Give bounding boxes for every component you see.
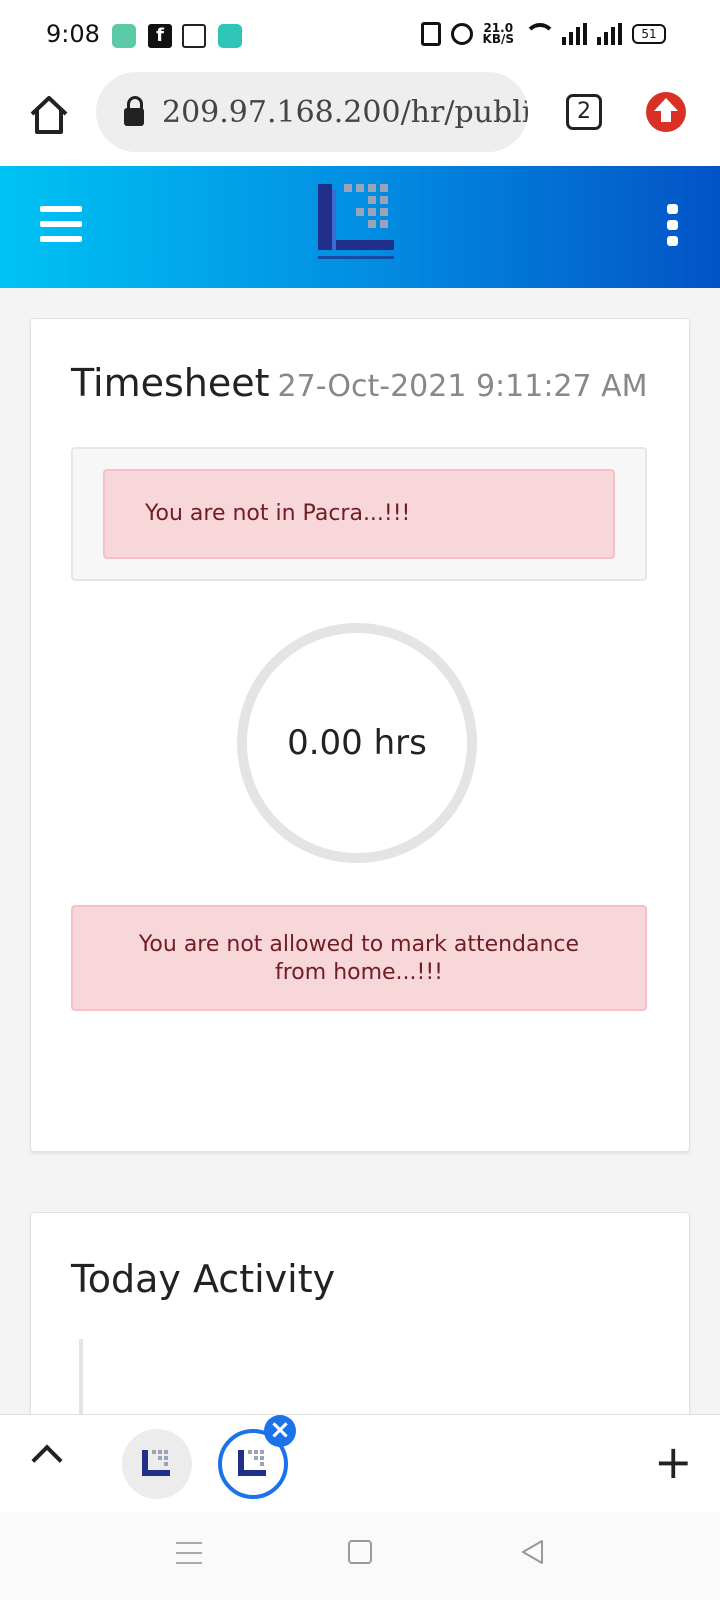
net-speed-unit: KB/S bbox=[482, 32, 514, 46]
chevron-up-icon[interactable] bbox=[31, 1444, 63, 1476]
signal-icon bbox=[562, 23, 587, 45]
system-icons: 21.0 KB/S 51 bbox=[420, 22, 666, 46]
facebook-notification-icon: f bbox=[148, 24, 172, 48]
attendance-alert: You are not allowed to mark attendance f… bbox=[71, 905, 647, 1011]
timesheet-datetime: 27-Oct-2021 9:11:27 AM bbox=[277, 369, 648, 404]
net-speed: 21.0 KB/S bbox=[482, 22, 514, 46]
timesheet-title: Timesheet bbox=[71, 361, 270, 405]
tab-strip: × + bbox=[0, 1414, 720, 1512]
activity-title: Today Activity bbox=[71, 1257, 336, 1301]
home-icon[interactable] bbox=[26, 92, 72, 138]
home-nav-icon[interactable] bbox=[348, 1540, 372, 1564]
address-bar[interactable]: 209.97.168.200/hr/public/a bbox=[96, 72, 528, 152]
hours-timer: 0.00 hrs bbox=[237, 623, 477, 863]
tab-thumbnail[interactable] bbox=[122, 1429, 192, 1499]
signal-icon-2 bbox=[597, 23, 622, 45]
outlook-notification-icon bbox=[182, 24, 206, 48]
vibrate-icon bbox=[420, 22, 441, 46]
location-status-panel: You are not in Pacra...!!! bbox=[71, 447, 647, 581]
new-tab-button[interactable]: + bbox=[654, 1437, 693, 1487]
status-bar: 9:08 f 21.0 KB/S 51 bbox=[0, 0, 720, 70]
timesheet-heading: Timesheet 27-Oct-2021 9:11:27 AM bbox=[71, 361, 648, 405]
system-navigation-bar bbox=[0, 1512, 720, 1600]
url-text[interactable]: 209.97.168.200/hr/public/a bbox=[162, 95, 528, 130]
update-icon[interactable] bbox=[646, 92, 686, 132]
timesheet-card: Timesheet 27-Oct-2021 9:11:27 AM You are … bbox=[30, 318, 690, 1152]
wifi-icon bbox=[524, 23, 556, 45]
location-notification-icon bbox=[218, 24, 242, 48]
close-tab-icon[interactable]: × bbox=[264, 1415, 296, 1447]
lock-icon bbox=[124, 96, 144, 126]
more-options-icon[interactable] bbox=[666, 204, 678, 246]
pacra-active-tab-icon bbox=[238, 1450, 266, 1476]
back-icon[interactable] bbox=[518, 1538, 546, 1566]
menu-icon[interactable] bbox=[40, 206, 82, 242]
pacra-tab-icon bbox=[142, 1450, 170, 1476]
app-header bbox=[0, 166, 720, 288]
alarm-icon bbox=[450, 23, 473, 45]
hours-value: 0.00 hrs bbox=[287, 723, 427, 763]
status-time: 9:08 bbox=[46, 20, 100, 48]
tab-switcher-button[interactable]: 2 bbox=[566, 94, 602, 130]
battery-icon: 51 bbox=[632, 24, 666, 44]
app-notification-icon bbox=[112, 24, 136, 48]
recents-icon[interactable] bbox=[176, 1542, 202, 1564]
pacra-logo bbox=[318, 184, 394, 259]
browser-toolbar: 209.97.168.200/hr/public/a 2 bbox=[0, 70, 720, 166]
location-alert: You are not in Pacra...!!! bbox=[103, 469, 615, 559]
